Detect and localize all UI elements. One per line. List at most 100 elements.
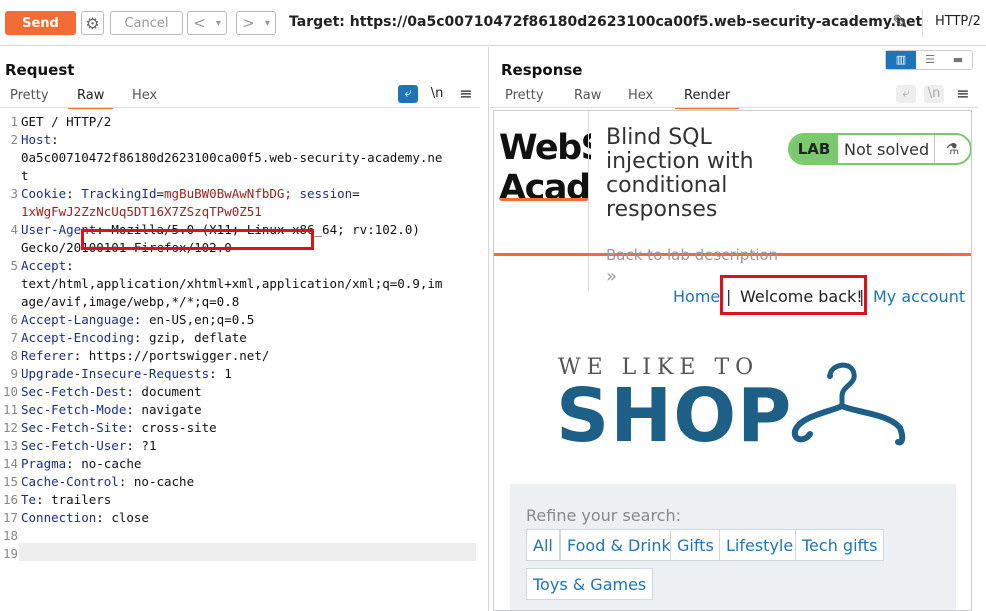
hanger-icon — [791, 362, 906, 446]
line-number: 6 — [10, 312, 18, 327]
back-to-lab-link[interactable]: Back to lab description — [606, 246, 778, 264]
cookie-session-name: session — [299, 186, 353, 201]
request-line: Host: — [21, 132, 67, 147]
line-number: 8 — [10, 348, 18, 363]
tab-raw[interactable]: Raw — [68, 88, 114, 109]
filter-tech-gifts[interactable]: Tech gifts — [795, 529, 885, 561]
header-name: Connection — [21, 510, 97, 525]
header-value: https://portswigger.net/ — [88, 348, 270, 363]
layout-side-by-side-icon[interactable]: ▥ — [886, 51, 916, 69]
flask-icon: ⚗ — [934, 135, 970, 163]
target-url: Target: https://0a5c00710472f86180d26231… — [289, 14, 923, 30]
double-chevron-icon: » — [606, 266, 618, 287]
http-version-toggle[interactable]: HTTP/2 — [935, 14, 981, 29]
header-name: Accept — [21, 258, 67, 273]
header-value: document — [141, 384, 202, 399]
menu-icon[interactable]: ≡ — [456, 85, 476, 103]
tab-hex[interactable]: Hex — [123, 88, 166, 107]
forward-icon: > — [242, 14, 255, 32]
wrap-lines-icon[interactable]: ⤶ — [398, 85, 418, 103]
request-line: 0a5c00710472f86180d2623100ca00f5.web-sec… — [21, 149, 442, 167]
chevron-down-icon: ▾ — [215, 17, 221, 29]
send-button[interactable]: Send — [5, 11, 76, 35]
request-title: Request — [5, 61, 75, 79]
line-number: 17 — [2, 510, 18, 525]
header-name: Sec-Fetch-Mode — [21, 402, 127, 417]
header-name: Sec-Fetch-Dest — [21, 384, 127, 399]
header-value: en-US,en;q=0.5 — [148, 312, 255, 327]
tab-pretty[interactable]: Pretty — [496, 88, 553, 107]
toolbar-divider — [922, 9, 923, 37]
forward-button[interactable]: > ▾ — [236, 11, 276, 35]
request-line: Referer: https://portswigger.net/ — [21, 348, 270, 363]
search-filters: Refine your search: All Food & Drink Gif… — [510, 484, 956, 610]
line-number: 18 — [2, 528, 18, 543]
layout-single-icon[interactable]: ▬ — [944, 51, 972, 69]
wrap-lines-icon[interactable]: ⤶ — [896, 85, 916, 103]
tracking-id-highlight — [81, 229, 314, 250]
filter-lifestyle[interactable]: Lifestyle — [719, 529, 801, 561]
header-value: trailers — [51, 492, 112, 507]
request-line: Accept-Language: en-US,en;q=0.5 — [21, 312, 255, 327]
line-number: 14 — [2, 456, 18, 471]
line-number: 10 — [2, 384, 18, 399]
line-number: 12 — [2, 420, 18, 435]
logo-swoosh — [499, 198, 589, 201]
request-line: Sec-Fetch-Dest: document — [21, 384, 202, 399]
header-value: gzip, deflate — [148, 330, 247, 345]
tab-pretty[interactable]: Pretty — [1, 88, 58, 107]
header-name: Sec-Fetch-User — [21, 438, 127, 453]
line-number: 1 — [10, 114, 18, 129]
header-divider — [588, 111, 589, 291]
nav-home-link[interactable]: Home — [673, 287, 720, 306]
tab-hex[interactable]: Hex — [619, 88, 662, 107]
header-value: close — [111, 510, 149, 525]
welcome-back-highlight — [720, 275, 867, 315]
filter-toys-games[interactable]: Toys & Games — [526, 568, 654, 600]
chevron-down-icon: ▾ — [264, 17, 270, 29]
nav-my-account-link[interactable]: My account — [873, 287, 965, 306]
academy-logo[interactable]: WebS Acade — [499, 128, 591, 208]
header-name: Te — [21, 492, 37, 507]
shop-banner-title: SHOP — [556, 373, 793, 459]
tab-raw[interactable]: Raw — [565, 88, 610, 107]
response-title: Response — [501, 61, 583, 79]
back-icon: < — [193, 14, 206, 32]
back-button[interactable]: < ▾ — [187, 11, 227, 35]
line-text: 0a5c00710472f86180d2623100ca00f5.web-sec… — [21, 150, 443, 165]
cookie-tracking-value: mgBuBW0BwAwNfbDG; — [164, 186, 292, 201]
header-value: 1 — [224, 366, 232, 381]
filter-all[interactable]: All — [526, 529, 560, 561]
line-number: 4 — [10, 222, 18, 237]
line-text: GET / HTTP/2 — [21, 114, 112, 129]
lab-label: LAB — [790, 135, 838, 163]
request-line: Te: trailers — [21, 492, 112, 507]
lab-status-text: Not solved — [844, 140, 930, 159]
menu-icon[interactable]: ≡ — [953, 85, 973, 103]
header-value: navigate — [141, 402, 202, 417]
newline-toggle-icon[interactable]: \n — [427, 85, 447, 103]
request-line: GET / HTTP/2 — [21, 113, 111, 131]
request-line: Connection: close — [21, 510, 149, 525]
gear-icon[interactable]: ⚙ — [81, 11, 104, 35]
header-name: Upgrade-Insecure-Requests — [21, 366, 210, 381]
header-name: Referer — [21, 348, 74, 363]
layout-stacked-icon[interactable]: ☰ — [916, 51, 944, 69]
request-line: Cache-Control: no-cache — [21, 474, 195, 489]
cancel-button[interactable]: Cancel — [110, 11, 183, 35]
request-line: age/avif,image/webp,*/*;q=0.8 — [21, 293, 239, 311]
request-line: Accept-Encoding: gzip, deflate — [21, 330, 247, 345]
header-name: Pragma — [21, 456, 67, 471]
filter-gifts[interactable]: Gifts — [670, 529, 721, 561]
edit-target-icon[interactable]: ✎ — [892, 10, 909, 34]
header-value: no-cache — [81, 456, 142, 471]
line-number: 2 — [10, 132, 18, 147]
line-number: 13 — [2, 438, 18, 453]
logo-text-line2: Acade — [499, 168, 591, 208]
filter-food-drink[interactable]: Food & Drink — [560, 529, 678, 561]
refine-label: Refine your search: — [526, 506, 681, 525]
line-number: 11 — [2, 402, 18, 417]
header-value: no-cache — [133, 474, 195, 489]
tab-render[interactable]: Render — [675, 88, 740, 109]
newline-toggle-icon[interactable]: \n — [924, 85, 944, 103]
